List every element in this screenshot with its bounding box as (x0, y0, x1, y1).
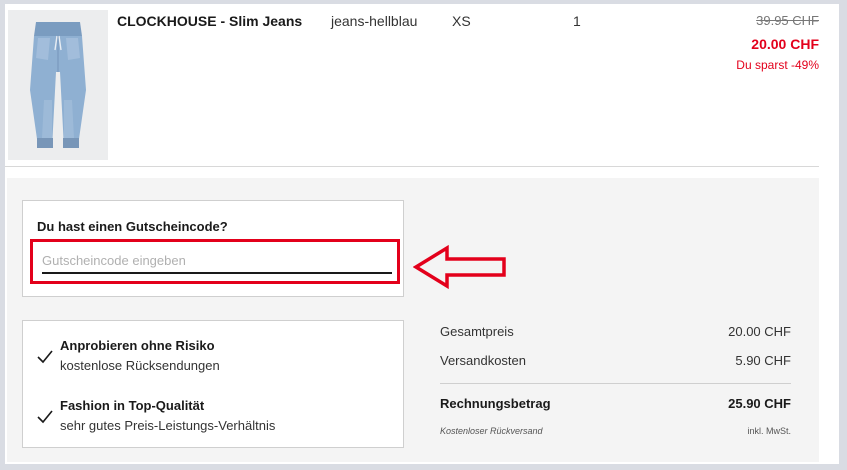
voucher-box: Du hast einen Gutscheincode? (22, 200, 404, 297)
savings-badge: Du sparst -49% (736, 58, 819, 72)
shipping-value: 5.90 CHF (735, 353, 791, 368)
benefits-box: Anprobieren ohne Risiko kostenlose Rücks… (22, 320, 404, 448)
checkout-panel: Du hast einen Gutscheincode? Anprobieren… (7, 178, 819, 462)
product-color: jeans-hellblau (331, 13, 418, 29)
vat-note: inkl. MwSt. (747, 426, 791, 436)
jeans-illustration (8, 10, 108, 160)
cart-frame: CLOCKHOUSE - Slim Jeans jeans-hellblau X… (5, 4, 839, 464)
benefit-title: Anprobieren ohne Risiko (60, 338, 215, 353)
voucher-code-input[interactable] (42, 249, 392, 274)
voucher-title: Du hast einen Gutscheincode? (37, 219, 228, 234)
left-arrow-icon (413, 244, 506, 290)
check-icon (37, 410, 53, 424)
benefit-subtitle: kostenlose Rücksendungen (60, 358, 220, 373)
product-size: XS (452, 13, 471, 29)
total-label: Rechnungsbetrag (440, 396, 551, 411)
voucher-highlight-annotation (30, 239, 400, 284)
benefit-title: Fashion in Top-Qualität (60, 398, 205, 413)
price-sale: 20.00 CHF (751, 36, 819, 52)
check-icon (37, 350, 53, 364)
product-quantity[interactable]: 1 (573, 13, 581, 29)
price-original: 39.95 CHF (756, 13, 819, 28)
subtotal-label: Gesamtpreis (440, 324, 514, 339)
benefit-subtitle: sehr gutes Preis-Leistungs-Verhältnis (60, 418, 276, 433)
jeans-product-image[interactable] (8, 10, 108, 160)
product-name[interactable]: CLOCKHOUSE - Slim Jeans (117, 13, 302, 29)
summary-divider (440, 383, 791, 384)
subtotal-value: 20.00 CHF (728, 324, 791, 339)
cart-item-row: CLOCKHOUSE - Slim Jeans jeans-hellblau X… (5, 4, 819, 167)
order-summary: Gesamtpreis 20.00 CHF Versandkosten 5.90… (440, 320, 791, 450)
shipping-label: Versandkosten (440, 353, 527, 368)
free-return-note: Kostenloser Rückversand (440, 426, 543, 436)
total-value: 25.90 CHF (728, 396, 791, 411)
